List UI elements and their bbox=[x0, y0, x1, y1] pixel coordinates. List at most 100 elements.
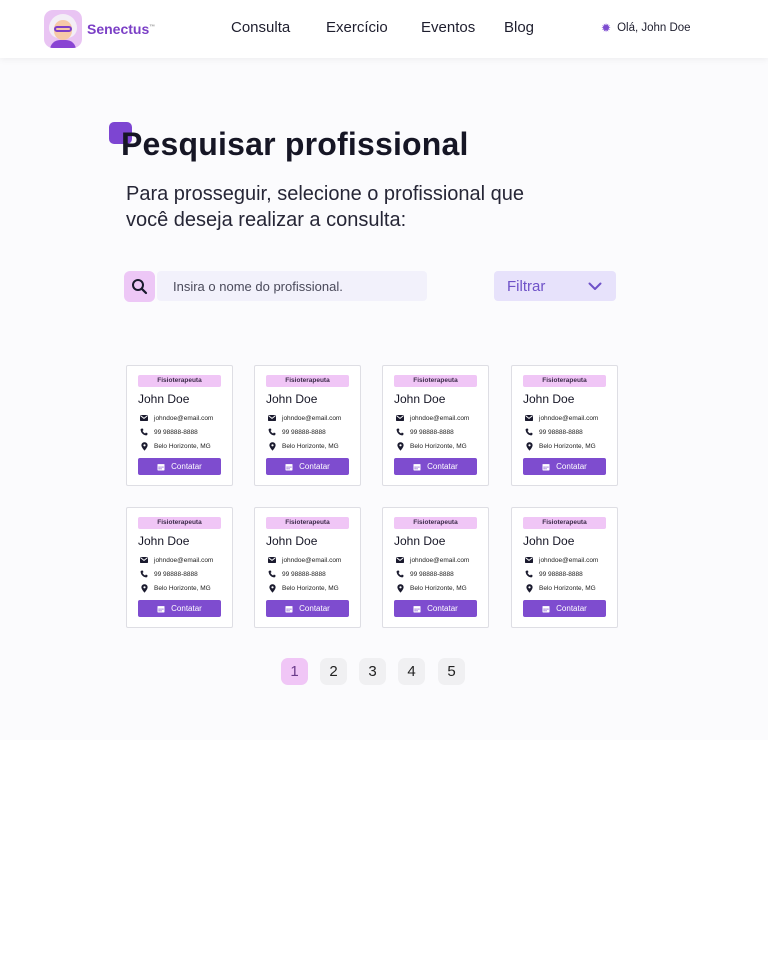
professional-name: John Doe bbox=[523, 392, 575, 406]
phone-icon bbox=[396, 428, 404, 436]
location-text: Belo Horizonte, MG bbox=[539, 442, 596, 450]
contact-button[interactable]: Contatar bbox=[394, 458, 477, 475]
phone-text: 99 98888-8888 bbox=[539, 428, 583, 436]
phone-text: 99 98888-8888 bbox=[410, 570, 454, 578]
professional-card[interactable]: Fisioterapeuta John Doe johndoe@email.com 9… bbox=[382, 365, 489, 486]
phone-row: 99 98888-8888 bbox=[268, 569, 326, 579]
specialty-badge: Fisioterapeuta bbox=[266, 517, 349, 529]
page-button-4[interactable]: 4 bbox=[398, 658, 425, 685]
professional-card[interactable]: Fisioterapeuta John Doe johndoe@email.com 9… bbox=[126, 507, 233, 628]
page-button-3[interactable]: 3 bbox=[359, 658, 386, 685]
mail-icon bbox=[140, 556, 148, 564]
email-row: johndoe@email.com bbox=[140, 555, 213, 565]
location-row: Belo Horizonte, MG bbox=[268, 583, 339, 593]
nav-eventos[interactable]: Eventos bbox=[421, 19, 475, 36]
page-button-5[interactable]: 5 bbox=[438, 658, 465, 685]
professional-card[interactable]: Fisioterapeuta John Doe johndoe@email.com 9… bbox=[511, 507, 618, 628]
calendar-icon bbox=[542, 601, 550, 616]
gear-icon: ✹ bbox=[601, 21, 612, 35]
phone-icon bbox=[140, 428, 148, 436]
specialty-badge: Fisioterapeuta bbox=[138, 375, 221, 387]
contact-label: Contatar bbox=[171, 604, 202, 613]
user-greeting[interactable]: ✹ Olá, John Doe bbox=[601, 21, 691, 35]
calendar-icon bbox=[542, 459, 550, 474]
professional-name: John Doe bbox=[394, 534, 446, 548]
phone-row: 99 98888-8888 bbox=[525, 427, 583, 437]
location-pin-icon bbox=[396, 583, 404, 593]
contact-label: Contatar bbox=[299, 462, 330, 471]
location-pin-icon bbox=[525, 441, 533, 451]
professional-card[interactable]: Fisioterapeuta John Doe johndoe@email.com 9… bbox=[511, 365, 618, 486]
chevron-down-icon bbox=[588, 282, 602, 290]
contact-button[interactable]: Contatar bbox=[523, 458, 606, 475]
nav-exercicio[interactable]: Exercício bbox=[326, 19, 388, 36]
page-button-2[interactable]: 2 bbox=[320, 658, 347, 685]
email-text: johndoe@email.com bbox=[410, 414, 470, 422]
email-text: johndoe@email.com bbox=[282, 414, 342, 422]
email-row: johndoe@email.com bbox=[396, 413, 469, 423]
specialty-badge: Fisioterapeuta bbox=[394, 375, 477, 387]
page-button-1[interactable]: 1 bbox=[281, 658, 308, 685]
contact-button[interactable]: Contatar bbox=[394, 600, 477, 617]
filter-label: Filtrar bbox=[507, 277, 546, 295]
specialty-badge: Fisioterapeuta bbox=[523, 375, 606, 387]
location-text: Belo Horizonte, MG bbox=[282, 442, 339, 450]
calendar-icon bbox=[413, 601, 421, 616]
professional-card[interactable]: Fisioterapeuta John Doe johndoe@email.com 9… bbox=[382, 507, 489, 628]
mail-icon bbox=[396, 556, 404, 564]
contact-button[interactable]: Contatar bbox=[266, 458, 349, 475]
filter-dropdown[interactable]: Filtrar bbox=[494, 271, 616, 301]
email-row: johndoe@email.com bbox=[525, 413, 598, 423]
mail-icon bbox=[140, 414, 148, 422]
contact-label: Contatar bbox=[556, 604, 587, 613]
location-text: Belo Horizonte, MG bbox=[539, 584, 596, 592]
location-row: Belo Horizonte, MG bbox=[396, 583, 467, 593]
specialty-badge: Fisioterapeuta bbox=[394, 517, 477, 529]
contact-button[interactable]: Contatar bbox=[266, 600, 349, 617]
email-text: johndoe@email.com bbox=[539, 556, 599, 564]
mail-icon bbox=[268, 414, 276, 422]
contact-button[interactable]: Contatar bbox=[138, 600, 221, 617]
email-row: johndoe@email.com bbox=[268, 413, 341, 423]
professional-card[interactable]: Fisioterapeuta John Doe johndoe@email.com 9… bbox=[254, 507, 361, 628]
phone-icon bbox=[525, 570, 533, 578]
professional-search-input[interactable] bbox=[157, 271, 427, 301]
contact-label: Contatar bbox=[556, 462, 587, 471]
location-row: Belo Horizonte, MG bbox=[268, 441, 339, 451]
location-row: Belo Horizonte, MG bbox=[396, 441, 467, 451]
professional-card[interactable]: Fisioterapeuta John Doe johndoe@email.com 9… bbox=[126, 365, 233, 486]
location-pin-icon bbox=[140, 583, 148, 593]
email-row: johndoe@email.com bbox=[268, 555, 341, 565]
phone-text: 99 98888-8888 bbox=[410, 428, 454, 436]
contact-button[interactable]: Contatar bbox=[523, 600, 606, 617]
email-text: johndoe@email.com bbox=[539, 414, 599, 422]
professional-name: John Doe bbox=[266, 392, 318, 406]
email-text: johndoe@email.com bbox=[282, 556, 342, 564]
professional-name: John Doe bbox=[138, 534, 190, 548]
phone-row: 99 98888-8888 bbox=[396, 569, 454, 579]
page-subtitle: Para prosseguir, selecione o profissiona… bbox=[126, 183, 525, 231]
phone-row: 99 98888-8888 bbox=[268, 427, 326, 437]
location-row: Belo Horizonte, MG bbox=[140, 583, 211, 593]
location-text: Belo Horizonte, MG bbox=[154, 442, 211, 450]
location-row: Belo Horizonte, MG bbox=[140, 441, 211, 451]
professional-card[interactable]: Fisioterapeuta John Doe johndoe@email.com 9… bbox=[254, 365, 361, 486]
search-button[interactable] bbox=[124, 271, 155, 302]
specialty-badge: Fisioterapeuta bbox=[523, 517, 606, 529]
email-text: johndoe@email.com bbox=[154, 414, 214, 422]
location-pin-icon bbox=[525, 583, 533, 593]
mail-icon bbox=[268, 556, 276, 564]
calendar-icon bbox=[413, 459, 421, 474]
location-text: Belo Horizonte, MG bbox=[410, 442, 467, 450]
nav-consulta[interactable]: Consulta bbox=[231, 19, 290, 36]
phone-icon bbox=[268, 428, 276, 436]
location-pin-icon bbox=[268, 441, 276, 451]
contact-button[interactable]: Contatar bbox=[138, 458, 221, 475]
location-pin-icon bbox=[396, 441, 404, 451]
phone-icon bbox=[268, 570, 276, 578]
search-icon bbox=[132, 279, 148, 295]
nav-blog[interactable]: Blog bbox=[504, 19, 534, 36]
location-row: Belo Horizonte, MG bbox=[525, 441, 596, 451]
location-row: Belo Horizonte, MG bbox=[525, 583, 596, 593]
mail-icon bbox=[525, 556, 533, 564]
